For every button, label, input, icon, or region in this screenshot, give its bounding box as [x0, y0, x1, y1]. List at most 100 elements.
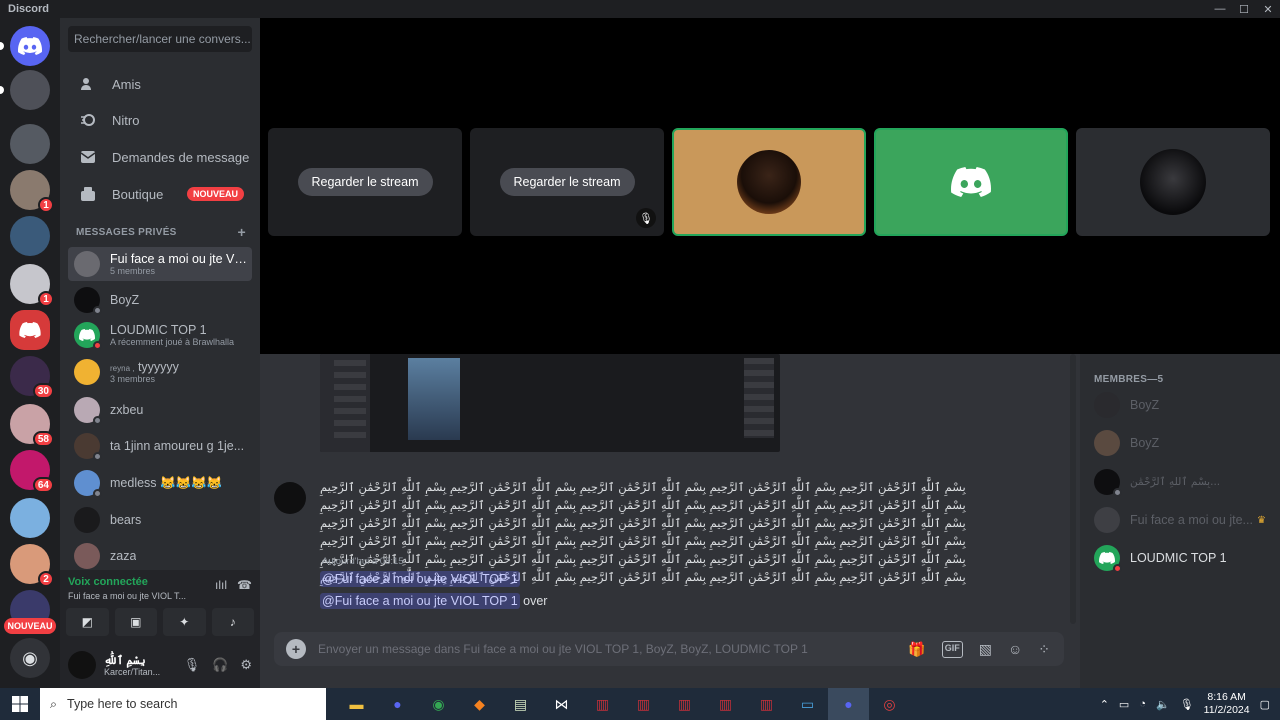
app-icon[interactable]: ⋈ — [541, 688, 582, 720]
server-icon[interactable]: 64 — [10, 450, 54, 493]
stream-tile[interactable]: Regarder le stream — [268, 128, 462, 236]
participant-tile[interactable] — [874, 128, 1068, 236]
user-mention[interactable]: @Fui face a moi ou jte VIOL TOP 1 — [320, 571, 520, 587]
participant-tile[interactable] — [672, 128, 866, 236]
chat-scrollbar[interactable] — [1070, 354, 1076, 624]
discord-active-icon[interactable]: ● — [828, 688, 869, 720]
shop-icon — [78, 186, 98, 202]
dm-item[interactable]: reyna , tyyyyyy 3 membres — [68, 355, 252, 389]
headphones-icon[interactable]: 🎧 — [212, 657, 228, 673]
app-icon[interactable]: ▥ — [582, 688, 623, 720]
server-icon[interactable] — [10, 498, 50, 538]
discord-logo-icon — [1099, 552, 1115, 564]
activities-icon[interactable]: ✦ — [163, 608, 206, 636]
avatar[interactable] — [68, 651, 96, 679]
user-mention[interactable]: @Fui face a moi ou jte VIOL TOP 1 — [320, 593, 520, 609]
participant-tile[interactable] — [1076, 128, 1270, 236]
app-icon[interactable]: ▥ — [746, 688, 787, 720]
dm-item[interactable]: zaza — [68, 539, 252, 573]
message-input[interactable]: Envoyer un message dans Fui face a moi o… — [318, 642, 908, 656]
nav-friends[interactable]: Amis — [68, 68, 252, 100]
app-icon[interactable]: ▭ — [787, 688, 828, 720]
member-item[interactable]: بِسْمِ ٱللَّٰهِ ٱلرَّحْمَٰنِ... — [1094, 466, 1274, 498]
attachment-image[interactable] — [320, 354, 780, 452]
discord-taskbar-icon[interactable]: ● — [377, 688, 418, 720]
search-icon: ⌕ — [50, 696, 58, 711]
taskbar-search-input[interactable]: ⌕ Type here to search — [40, 688, 326, 720]
app-icon[interactable]: ▥ — [664, 688, 705, 720]
soundboard-icon[interactable]: ılıl — [215, 578, 227, 592]
sticker-icon[interactable]: ▧ — [979, 641, 992, 658]
dm-item[interactable]: LOUDMIC TOP 1 A récemment joué à Brawlha… — [68, 318, 252, 352]
member-item[interactable]: BoyZ — [1094, 389, 1274, 421]
recorder-icon[interactable]: ◎ — [869, 688, 910, 720]
disconnect-icon[interactable]: ☎ — [237, 578, 252, 592]
gift-icon[interactable]: 🎁 — [908, 641, 925, 658]
battery-icon[interactable]: ▭ — [1119, 698, 1129, 711]
dm-item[interactable]: zxbeu — [68, 393, 252, 427]
compass-icon: ◉ — [22, 647, 38, 668]
watch-stream-button[interactable]: Regarder le stream — [499, 168, 635, 196]
add-attachment-icon[interactable]: + — [286, 639, 306, 659]
member-list: MEMBRES—5 BoyZ BoyZ بِسْمِ ٱللَّٰهِ ٱلرَ… — [1080, 354, 1280, 688]
network-icon[interactable]: ◔ — [1139, 698, 1146, 710]
stream-tile[interactable]: Regarder le stream 🎙 — [470, 128, 664, 236]
server-icon[interactable]: 1 — [10, 264, 54, 307]
server-icon[interactable]: 30 — [10, 356, 54, 399]
settings-gear-icon[interactable]: ⚙ — [240, 657, 252, 673]
microphone-icon[interactable]: 🎙 — [184, 657, 201, 673]
message-composer[interactable]: + Envoyer un message dans Fui face a moi… — [274, 632, 1064, 666]
app-icon[interactable]: ▥ — [623, 688, 664, 720]
dm-item[interactable]: medless 😹😹😹😹 — [68, 466, 252, 500]
nav-nitro[interactable]: Nitro — [68, 104, 252, 136]
server-rail: 1 1 30 58 64 2 NOUVEAU ◉ — [0, 18, 60, 688]
add-dm-button[interactable]: + — [238, 225, 246, 239]
clock[interactable]: 8:16 AM 11/2/2024 — [1204, 691, 1250, 717]
server-icon[interactable] — [10, 124, 50, 164]
file-explorer-icon[interactable]: ▬ — [336, 688, 377, 720]
gif-icon[interactable]: GIF — [941, 640, 963, 658]
apps-icon[interactable]: ⁘ — [1038, 641, 1050, 658]
camera-off-icon[interactable]: ◩ — [66, 608, 109, 636]
server-icon[interactable] — [10, 310, 50, 350]
dm-item[interactable]: ta 1jinn amoureu g 1je... — [68, 429, 252, 463]
avatar — [74, 433, 102, 461]
member-item[interactable]: BoyZ — [1094, 427, 1274, 459]
dm-item[interactable]: BoyZ — [68, 283, 252, 317]
dm-item[interactable]: Fui face a moi ou jte VIOL TOP 1 5 membr… — [68, 247, 252, 281]
dm-search-input[interactable]: Rechercher/lancer une convers... — [68, 26, 252, 52]
server-icon[interactable]: 1 — [10, 170, 54, 213]
avatar[interactable] — [274, 482, 306, 514]
discover-button[interactable]: ◉ — [10, 638, 50, 678]
dm-item[interactable]: bears — [68, 503, 252, 537]
user-status: Karcer/Titan... — [104, 666, 161, 677]
member-item[interactable]: LOUDMIC TOP 1 — [1094, 542, 1274, 574]
notifications-icon[interactable]: ▢ — [1260, 698, 1270, 711]
nav-message-requests[interactable]: Demandes de message — [68, 141, 252, 173]
volume-icon[interactable]: 🔈 — [1156, 698, 1170, 711]
soundboard-button-icon[interactable]: ♪ — [211, 608, 254, 636]
screen-share-icon[interactable]: ▣ — [114, 608, 157, 636]
emoji-icon[interactable]: ☺ — [1008, 641, 1022, 658]
avatar — [737, 150, 801, 214]
maximize-icon[interactable]: ☐ — [1232, 0, 1256, 18]
server-icon[interactable]: 2 — [10, 544, 54, 587]
notepad-icon[interactable]: ▤ — [500, 688, 541, 720]
microphone-tray-icon[interactable]: 🎙 — [1180, 698, 1194, 711]
member-item[interactable]: Fui face a moi ou jte... ♛ — [1094, 504, 1274, 536]
watch-stream-button[interactable]: Regarder le stream — [297, 168, 433, 196]
nav-shop[interactable]: Boutique NOUVEAU — [68, 178, 252, 210]
chevron-up-icon[interactable]: ⌃ — [1100, 698, 1109, 711]
chat-area: بِسْمِ ٱللَّٰهِ ٱلرَّحْمَٰنِ ٱلرَّحِيمِ … — [260, 354, 1080, 688]
server-icon[interactable]: 58 — [10, 404, 54, 447]
server-icon[interactable] — [0, 70, 50, 110]
home-button[interactable] — [0, 26, 50, 66]
chrome-icon[interactable]: ◉ — [418, 688, 459, 720]
minimize-icon[interactable]: — — [1208, 0, 1232, 18]
fl-studio-icon[interactable]: ◆ — [459, 688, 500, 720]
app-icon[interactable]: ▥ — [705, 688, 746, 720]
windows-start-icon[interactable] — [0, 688, 40, 720]
voice-channel[interactable]: Fui face a moi ou jte VIOL T... — [68, 591, 198, 601]
server-icon[interactable] — [10, 216, 50, 256]
close-icon[interactable]: ✕ — [1256, 0, 1280, 18]
